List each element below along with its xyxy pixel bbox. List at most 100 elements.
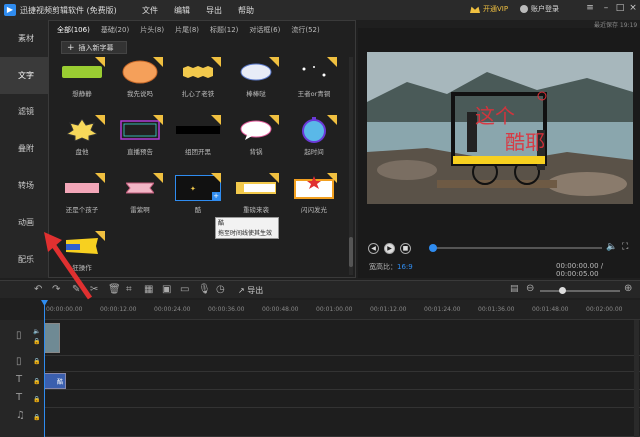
subtitle-tile[interactable]: 闪闪发光 bbox=[285, 173, 343, 221]
minimize-icon[interactable]: – bbox=[600, 3, 612, 13]
lock-icon[interactable]: 🔒 bbox=[33, 338, 40, 345]
login-button[interactable]: 账户登录 bbox=[520, 4, 559, 14]
tile-label: 还是个孩子 bbox=[65, 206, 99, 214]
lock-icon[interactable]: 🔒 bbox=[33, 378, 40, 385]
freeze-icon[interactable]: ▣ bbox=[162, 284, 171, 295]
progress-knob[interactable] bbox=[429, 244, 437, 252]
orange-cloud-icon bbox=[117, 59, 163, 85]
prev-frame-button[interactable]: ◀ bbox=[368, 242, 379, 254]
mosaic-icon[interactable]: ▦ bbox=[144, 284, 153, 295]
tab-all[interactable]: 全部(106) bbox=[57, 25, 90, 35]
lock-icon[interactable]: 🔒 bbox=[33, 358, 40, 365]
subtitle-tile[interactable]: 王者or青铜 bbox=[285, 57, 343, 105]
sidebar-item-transition[interactable]: 转场 bbox=[0, 167, 48, 204]
fit-timeline-icon[interactable]: ▤ bbox=[510, 284, 519, 294]
ruler-label: 00:01:48.00 bbox=[532, 306, 569, 313]
text-track[interactable] bbox=[44, 372, 640, 390]
tile-label: 王者or青铜 bbox=[297, 90, 331, 98]
tab-title[interactable]: 标题(12) bbox=[210, 25, 238, 35]
tab-basic[interactable]: 基础(20) bbox=[101, 25, 129, 35]
delete-icon[interactable]: 🗑 bbox=[108, 284, 121, 295]
svg-text:✦: ✦ bbox=[190, 185, 196, 193]
video-clip[interactable] bbox=[44, 323, 60, 353]
export-button[interactable]: ↗ 导出 bbox=[238, 285, 263, 296]
playback-progress[interactable] bbox=[429, 244, 602, 252]
subtitle-tile[interactable]: 棒棒哒 bbox=[227, 57, 285, 105]
sidebar-item-text[interactable]: 文字 bbox=[0, 56, 48, 94]
sidebar-item-overlay[interactable]: 叠附 bbox=[0, 130, 48, 167]
subtitle-tile[interactable]: 直播预告 bbox=[111, 115, 169, 163]
crop-icon[interactable]: ⌗ bbox=[126, 284, 132, 295]
tile-label: 我先说吗 bbox=[127, 90, 153, 98]
zoom-slider[interactable] bbox=[540, 287, 620, 294]
playhead[interactable] bbox=[44, 300, 45, 437]
subtitle-tile[interactable]: 盘他 bbox=[53, 115, 111, 163]
record-icon[interactable]: 🎙 bbox=[198, 284, 211, 295]
stop-button[interactable]: ■ bbox=[400, 242, 411, 254]
ruler-label: 00:00:48.00 bbox=[262, 306, 299, 313]
lock-icon[interactable]: 🔒 bbox=[33, 414, 40, 421]
menu-edit[interactable]: 编辑 bbox=[174, 5, 190, 16]
insert-subtitle-button[interactable]: + 插入新字幕 bbox=[61, 41, 127, 54]
plus-icon: + bbox=[67, 42, 75, 53]
volume-icon[interactable]: 🔈 bbox=[606, 242, 617, 252]
user-icon bbox=[520, 5, 528, 13]
fullscreen-icon[interactable]: ⛶ bbox=[622, 242, 628, 252]
menu-file[interactable]: 文件 bbox=[142, 5, 158, 16]
sparkle-icon bbox=[291, 59, 337, 85]
tile-label: 背锅 bbox=[249, 148, 263, 156]
subtitle-tile[interactable]: 扎心了老铁 bbox=[169, 57, 227, 105]
tile-label: 组团开黑 bbox=[185, 148, 211, 156]
add-icon[interactable]: + bbox=[212, 192, 220, 200]
subtitle-tile[interactable]: 背锅 bbox=[227, 115, 285, 163]
pip-track[interactable] bbox=[44, 356, 640, 372]
menu-icon[interactable]: ≡ bbox=[584, 3, 596, 13]
subtitle-tile[interactable]: 想静静 bbox=[53, 57, 111, 105]
subtitle-track[interactable] bbox=[44, 390, 640, 408]
aspect-ratio[interactable]: 宽高比：16:9 bbox=[369, 262, 413, 272]
yellow-jagged-icon bbox=[175, 59, 221, 85]
text-clip-label: 酷 bbox=[57, 379, 64, 386]
video-track[interactable] bbox=[44, 320, 640, 356]
zoom-in-icon[interactable]: ⊕ bbox=[624, 283, 632, 294]
zoom-knob[interactable] bbox=[559, 287, 566, 294]
text-clip[interactable]: 酷 bbox=[44, 373, 66, 389]
sidebar-item-filter[interactable]: 滤镜 bbox=[0, 94, 48, 131]
tab-dialog[interactable]: 对话框(6) bbox=[249, 25, 280, 35]
timeline-ruler[interactable]: 00:00:00.00 00:00:12.00 00:00:24.00 00:0… bbox=[44, 300, 640, 320]
tile-label: 重磅来袭 bbox=[243, 206, 269, 214]
tooltip-text: 拖至时间线使其生效 bbox=[218, 230, 273, 237]
subtitle-tile[interactable]: 起时间 bbox=[285, 115, 343, 163]
subtitle-tile-selected[interactable]: ✦ + 酷 bbox=[169, 173, 227, 221]
lock-icon[interactable]: 🔒 bbox=[33, 396, 40, 403]
subtitle-tile[interactable]: 组团开黑 bbox=[169, 115, 227, 163]
green-banner-icon bbox=[59, 59, 105, 85]
tile-label: 直播预告 bbox=[127, 148, 153, 156]
music-track[interactable] bbox=[44, 408, 640, 437]
tab-ending[interactable]: 片尾(8) bbox=[175, 25, 199, 35]
mute-icon[interactable]: 🔈 bbox=[33, 328, 40, 335]
tile-label: 盘他 bbox=[75, 148, 89, 156]
yellow-burst-icon bbox=[59, 117, 105, 143]
tab-opening[interactable]: 片头(8) bbox=[140, 25, 164, 35]
play-button[interactable]: ▶ bbox=[384, 242, 395, 254]
subtitle-tile[interactable]: 还是个孩子 bbox=[53, 173, 111, 221]
ruler-label: 00:02:00.00 bbox=[586, 306, 623, 313]
duration-icon[interactable]: ▭ bbox=[180, 284, 189, 295]
vip-button[interactable]: 开通VIP bbox=[470, 4, 508, 14]
clock-icon[interactable]: ◷ bbox=[216, 284, 225, 295]
subtitle-tile[interactable]: 重磅来袭 bbox=[227, 173, 285, 221]
ruler-label: 00:01:36.00 bbox=[478, 306, 515, 313]
subtitle-tile[interactable]: 我先说吗 bbox=[111, 57, 169, 105]
panel-scrollbar[interactable] bbox=[349, 57, 353, 275]
close-icon[interactable]: × bbox=[627, 3, 639, 13]
sidebar-item-media[interactable]: 素材 bbox=[0, 20, 48, 57]
tab-popular[interactable]: 流行(52) bbox=[291, 25, 319, 35]
scrollbar-thumb[interactable] bbox=[349, 237, 353, 267]
menu-export[interactable]: 导出 bbox=[206, 5, 222, 16]
timeline-scrollbar[interactable] bbox=[634, 320, 639, 437]
menu-help[interactable]: 帮助 bbox=[238, 5, 254, 16]
subtitle-tile[interactable]: 雷紫啊 bbox=[111, 173, 169, 221]
zoom-out-icon[interactable]: ⊖ bbox=[526, 283, 534, 294]
maximize-icon[interactable]: □ bbox=[614, 3, 626, 13]
